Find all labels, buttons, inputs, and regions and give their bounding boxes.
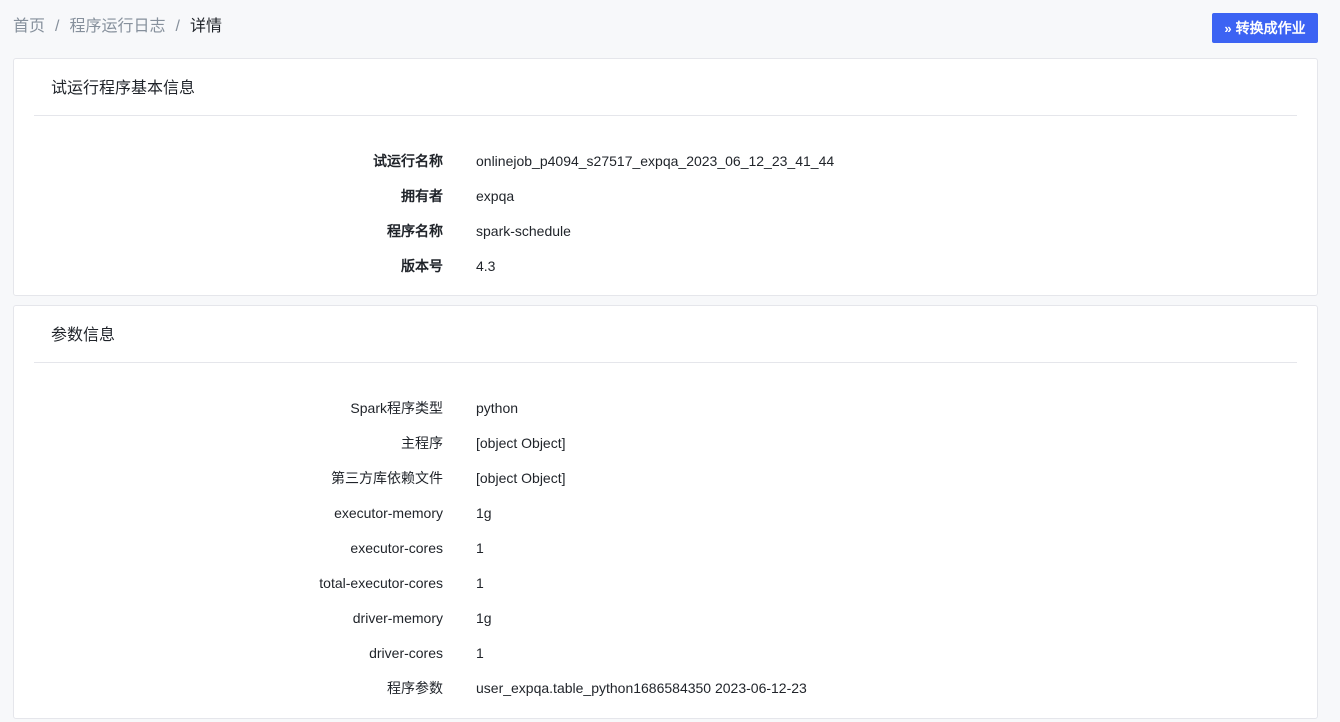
param-value: python [476,399,519,416]
param-row: executor-memory 1g [14,495,1317,530]
params-info-title: 参数信息 [51,327,116,344]
param-row: 第三方库依赖文件 [object Object] [14,460,1317,495]
param-row: total-executor-cores 1 [14,565,1317,600]
params-info-list: Spark程序类型 python 主程序 [object Object] 第三方… [14,390,1317,705]
param-label: 程序参数 [387,679,443,696]
breadcrumb-home[interactable]: 首页 [13,17,45,37]
param-value: 1 [476,539,484,556]
param-row: Spark程序类型 python [14,390,1317,425]
breadcrumb-separator: / [55,18,60,35]
breadcrumb-current: 详情 [189,18,222,35]
param-value: [object Object] [476,434,566,451]
info-value: expqa [476,187,515,204]
param-row: 程序参数 user_expqa.table_python1686584350 2… [14,670,1317,705]
params-info-card: 参数信息 Spark程序类型 python 主程序 [object Object… [13,305,1318,719]
info-row: 程序名称 spark-schedule [14,213,1317,248]
breadcrumb: 首页 / 程序运行日志 / 详情 [13,17,222,37]
info-row: 拥有者 expqa [14,178,1317,213]
info-label: 版本号 [401,257,443,274]
info-value: onlinejob_p4094_s27517_expqa_2023_06_12_… [476,152,835,169]
param-value: 1g [476,609,492,626]
param-row: 主程序 [object Object] [14,425,1317,460]
param-value: 1 [476,644,484,661]
info-row: 版本号 4.3 [14,248,1317,283]
info-row: 试运行名称 onlinejob_p4094_s27517_expqa_2023_… [14,143,1317,178]
param-value: 1 [476,574,484,591]
basic-info-card: 试运行程序基本信息 试运行名称 onlinejob_p4094_s27517_e… [13,58,1318,296]
convert-to-job-label: 转换成作业 [1235,20,1306,36]
param-label: driver-memory [352,609,443,626]
param-row: driver-memory 1g [14,600,1317,635]
param-label: total-executor-cores [319,574,443,591]
convert-to-job-button[interactable]: » 转换成作业 [1212,13,1318,43]
divider [34,362,1297,363]
param-row: executor-cores 1 [14,530,1317,565]
param-label: 第三方库依赖文件 [331,469,443,486]
param-value: [object Object] [476,469,566,486]
info-value: 4.3 [476,257,496,274]
info-value: spark-schedule [476,222,571,239]
param-label: executor-cores [350,539,443,556]
basic-info-title: 试运行程序基本信息 [51,80,196,97]
info-label: 试运行名称 [373,152,443,169]
divider [34,115,1297,116]
top-bar: 首页 / 程序运行日志 / 详情 » 转换成作业 [0,0,1340,58]
double-chevron-right-icon: » [1224,20,1231,36]
basic-info-list: 试运行名称 onlinejob_p4094_s27517_expqa_2023_… [14,143,1317,283]
param-label: Spark程序类型 [350,399,443,416]
param-label: 主程序 [401,434,443,451]
info-label: 程序名称 [387,222,443,239]
param-value: 1g [476,504,492,521]
param-label: executor-memory [334,504,443,521]
param-value: user_expqa.table_python1686584350 2023-0… [476,679,807,696]
param-row: driver-cores 1 [14,635,1317,670]
breadcrumb-logs[interactable]: 程序运行日志 [69,17,165,37]
info-label: 拥有者 [401,187,443,204]
param-label: driver-cores [369,644,443,661]
breadcrumb-separator: / [175,18,180,35]
